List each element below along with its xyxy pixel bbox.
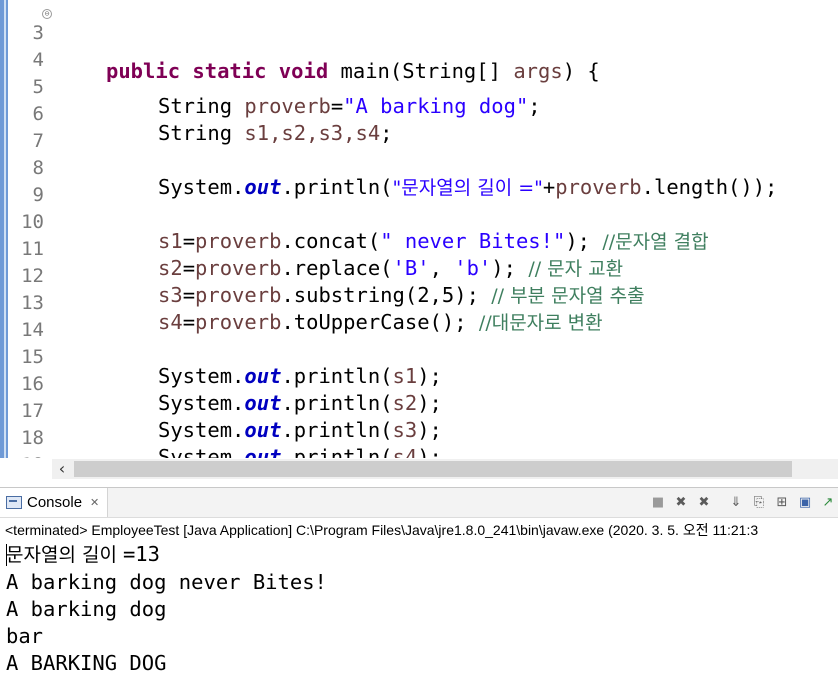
code-line: 7 [0,109,838,152]
code-line: 13 s4=proverb.toUpperCase(); //대문자로 변환 [0,271,838,334]
output-line: 문자열의 길이 =13 [6,542,160,566]
tab-console-label: Console [27,494,83,511]
code-line: 19 [0,433,838,458]
console-icon [6,496,22,509]
horizontal-scrollbar[interactable]: ‹ [52,459,838,479]
console-toolbar: ■ ✖ ✖ ⇓ ⎘ ⊞ ▣ ↗ [648,492,838,514]
code-line: 17 System.out.println(s3); [0,379,838,442]
output-line: bar [6,624,44,648]
close-icon[interactable]: ✕ [90,496,99,509]
code-line: 15 System.out.println(s1); [0,325,838,388]
output-line: A barking dog [6,597,167,621]
console-status: <terminated> EmployeeTest [Java Applicat… [5,522,759,538]
open-console-icon[interactable]: ↗ [818,493,838,513]
code-line: 18 System.out.println(s4); [0,406,838,458]
code-editor[interactable]: 3 ⊖ public static void main(String[] arg… [0,0,838,458]
code-line: 14 [0,298,838,341]
scroll-lock-icon[interactable]: ⇓ [726,493,746,513]
scroll-left-icon[interactable]: ‹ [52,459,72,479]
stop-icon[interactable]: ■ [648,493,668,513]
tab-console[interactable]: Console ✕ [0,488,109,517]
code-line: 11 s2=proverb.replace('B', 'b'); // 문자 교… [0,217,838,280]
code-line: 8 System.out.println("문자열의 길이 ="+proverb… [0,136,838,199]
code-line: 3 ⊖ public static void main(String[] arg… [0,1,838,83]
code-line: 5 String proverb="A barking dog"; [0,55,838,118]
console-tab-bar: Console ✕ ■ ✖ ✖ ⇓ ⎘ ⊞ ▣ ↗ [0,488,838,518]
fold-collapse-icon[interactable]: ⊖ [42,9,52,19]
code-line: 10 s1=proverb.concat(" never Bites!"); /… [0,190,838,253]
code-line: 4 [0,28,838,71]
code-line: 9 [0,163,838,206]
code-line: 6 String s1,s2,s3,s4; [0,82,838,145]
scrollbar-thumb[interactable] [74,461,792,477]
output-line: A BARKING DOG [6,651,167,675]
remove-all-icon[interactable]: ✖ [694,493,714,513]
output-line: A barking dog never Bites! [6,570,327,594]
display-selected-icon[interactable]: ▣ [795,493,815,513]
code-line: 12 s3=proverb.substring(2,5); // 부분 문자열 … [0,244,838,307]
pin-console-icon[interactable]: ⊞ [772,493,792,513]
console-output[interactable]: 문자열의 길이 =13 A barking dog never Bites! A… [6,541,327,677]
console-view: Console ✕ ■ ✖ ✖ ⇓ ⎘ ⊞ ▣ ↗ <terminated> E… [0,487,838,699]
remove-launch-icon[interactable]: ✖ [671,493,691,513]
code-line: 16 System.out.println(s2); [0,352,838,415]
clear-console-icon[interactable]: ⎘ [749,493,769,513]
line-number: 19 [14,452,44,458]
